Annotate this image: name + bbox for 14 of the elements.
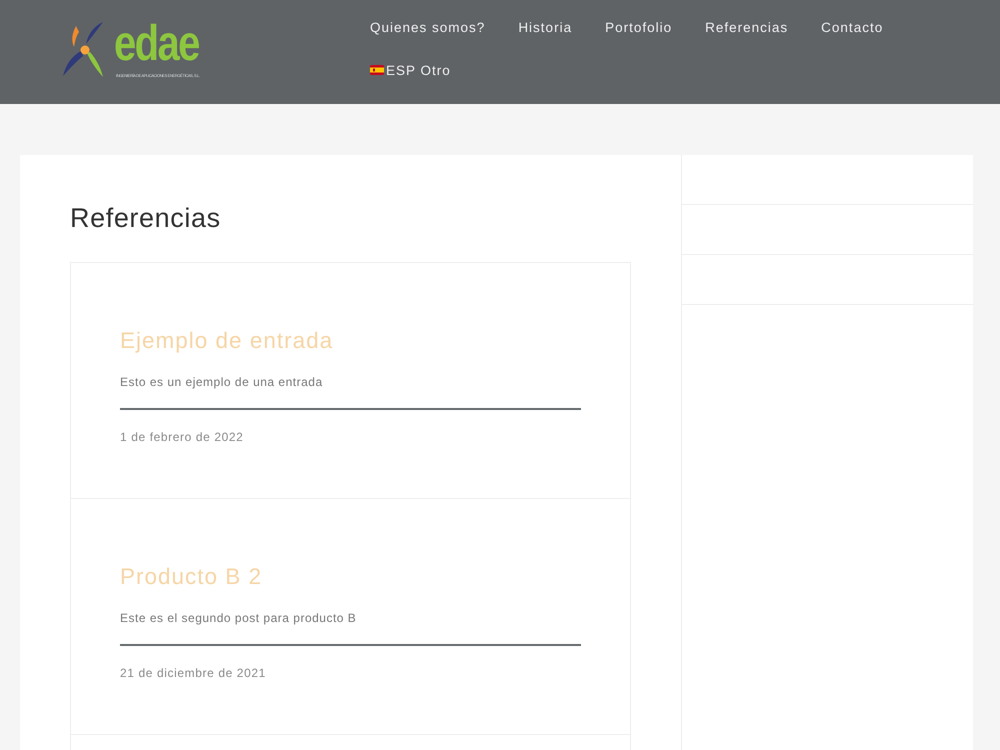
logo-wordmark: edae <box>114 16 200 70</box>
spain-flag-icon <box>370 65 384 75</box>
nav-link[interactable]: Historia <box>518 17 572 37</box>
post-excerpt: Esto es un ejemplo de una entrada <box>120 374 323 391</box>
nav-link[interactable]: Portofolio <box>605 17 672 37</box>
nav-link[interactable]: Contacto <box>821 17 884 37</box>
nav-link[interactable]: Quienes somos? <box>370 17 486 37</box>
post-date: 1 de febrero de 2022 <box>120 429 244 446</box>
post-date: 21 de diciembre de 2021 <box>120 665 266 682</box>
language-link[interactable]: ESP Otro <box>370 60 451 80</box>
turbine-logo-icon <box>62 20 106 78</box>
nav-link[interactable]: Referencias <box>705 17 788 37</box>
page-title: Referencias <box>70 202 221 235</box>
post-excerpt: Este es el segundo post para producto B <box>120 610 356 627</box>
